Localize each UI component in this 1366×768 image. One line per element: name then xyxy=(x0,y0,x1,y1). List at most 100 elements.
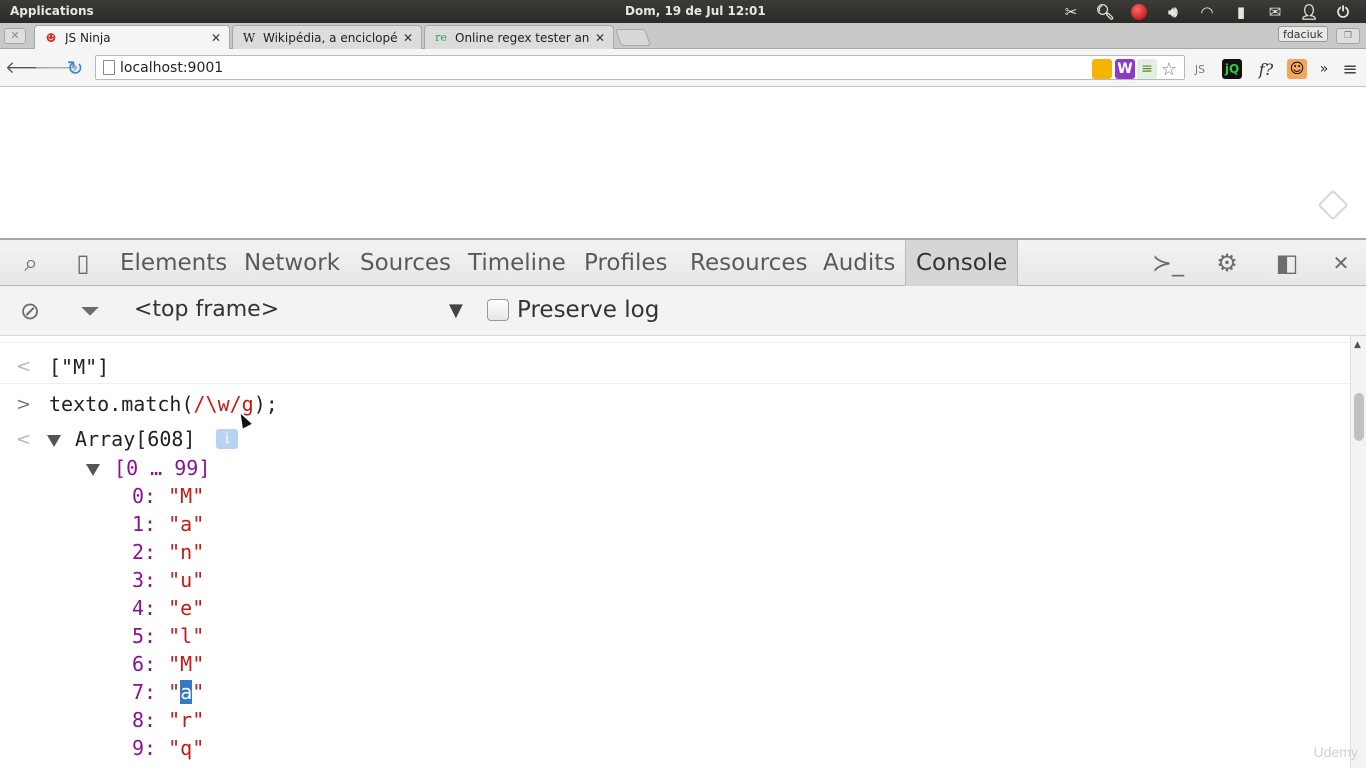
cut-off-line: < xyxy=(0,336,1350,343)
wifi-icon[interactable]: ◠ xyxy=(1190,0,1224,23)
system-top-bar: Applications Dom, 19 de Jul 12:01 ✂ 🔍︎ 🔊… xyxy=(0,0,1366,23)
regex101-icon: re xyxy=(435,31,447,44)
bookmark-star-icon[interactable]: ☆ xyxy=(1159,59,1179,80)
console-toolbar: ⊘ ⏷ <top frame> ▼ Preserve log xyxy=(0,286,1366,336)
extension-w-icon[interactable]: W xyxy=(1115,59,1135,79)
close-window-icon[interactable]: ✕ xyxy=(4,28,26,44)
menu-icon[interactable]: ≡ xyxy=(1340,59,1360,80)
entry-index: 2: xyxy=(132,540,157,564)
close-tab-icon[interactable]: ✕ xyxy=(211,31,221,45)
entry-index: 3: xyxy=(132,568,157,592)
tab-wikipedia[interactable]: W Wikipédia, a enciclopédia ✕ xyxy=(232,25,422,49)
entry-index: 4: xyxy=(132,596,157,620)
entry-value: "a" xyxy=(168,512,205,536)
tab-timeline[interactable]: Timeline xyxy=(458,240,576,286)
tab-title: JS Ninja xyxy=(65,31,111,45)
extension-box-icon[interactable] xyxy=(1092,59,1112,79)
close-tab-icon[interactable]: ✕ xyxy=(595,31,605,45)
entry-value: "u" xyxy=(168,568,205,592)
profile-button[interactable]: fdaciuk xyxy=(1277,26,1328,42)
more-extensions-icon[interactable]: » xyxy=(1314,59,1334,79)
tab-console[interactable]: Console xyxy=(905,240,1019,286)
tab-profiles[interactable]: Profiles xyxy=(574,240,678,286)
ninja-icon: ☻ xyxy=(45,31,57,45)
entry-value: "M" xyxy=(168,484,205,508)
frame-dropdown-arrow-icon[interactable]: ▼ xyxy=(449,300,463,321)
volume-icon[interactable]: 🔊︎ xyxy=(1156,0,1190,23)
scrollbar-thumb[interactable] xyxy=(1354,393,1364,441)
entry-index: 9: xyxy=(132,736,157,760)
console-result-line: < ["M"] xyxy=(0,350,1350,384)
inspect-search-icon[interactable]: ⌕ xyxy=(16,248,46,278)
url-text[interactable]: localhost:9001 xyxy=(120,60,223,76)
page-content xyxy=(0,87,1366,238)
scroll-up-arrow-icon[interactable]: ▲ xyxy=(1354,340,1361,350)
tab-audits[interactable]: Audits xyxy=(813,240,905,286)
applications-menu[interactable]: Applications xyxy=(10,4,94,18)
frame-selector[interactable]: <top frame> xyxy=(134,297,279,322)
close-tab-icon[interactable]: ✕ xyxy=(403,31,413,45)
extension-js-icon[interactable]: JS xyxy=(1190,59,1210,79)
tab-title: Online regex tester and d xyxy=(455,30,589,45)
entry-value: "n" xyxy=(168,540,205,564)
browser-toolbar: 🡐 🡒 ↻ localhost:9001 W ≡ ☆ JS jQ f? ☺ » … xyxy=(0,49,1366,87)
entry-index: 7: xyxy=(132,680,157,704)
address-bar[interactable]: localhost:9001 xyxy=(95,55,1185,80)
clear-console-icon[interactable]: ⊘ xyxy=(16,297,44,325)
wikipedia-icon: W xyxy=(242,30,256,45)
selected-text[interactable]: a xyxy=(180,680,193,704)
system-tray: ✂ 🔍︎ 🔊︎ ◠ ▮ ✉ 👤︎ ⏻ xyxy=(1054,0,1360,23)
tab-network[interactable]: Network xyxy=(234,240,350,286)
mail-icon[interactable]: ✉ xyxy=(1258,0,1292,23)
dock-side-icon[interactable]: ◧ xyxy=(1272,248,1302,278)
entry-value: "l" xyxy=(168,624,205,648)
console-scrollbar[interactable]: ▲ xyxy=(1350,336,1366,768)
tab-js-ninja[interactable]: ☻ JS Ninja ✕ xyxy=(34,25,230,50)
device-mode-icon[interactable]: ▯ xyxy=(68,248,98,278)
close-devtools-icon[interactable]: ✕ xyxy=(1326,248,1356,278)
extension-function-icon[interactable]: f? xyxy=(1254,59,1278,79)
restore-window-icon[interactable]: ❐ xyxy=(1336,28,1360,44)
array-entry: 9: "q" xyxy=(0,734,1350,768)
devtools-tab-bar: ⌕ ▯ Elements Network Sources Timeline Pr… xyxy=(0,238,1366,286)
record-icon[interactable] xyxy=(1122,0,1156,23)
console-drawer-icon[interactable]: ≻_ xyxy=(1150,248,1186,278)
tab-regex-tester[interactable]: re Online regex tester and d ✕ xyxy=(424,25,614,49)
command-suffix: ); xyxy=(253,392,278,416)
tab-sources[interactable]: Sources xyxy=(350,240,461,286)
command-prefix: texto.match( xyxy=(49,392,194,416)
result-arrow-icon: < xyxy=(16,429,32,450)
nav-diamond-icon[interactable] xyxy=(1317,189,1349,221)
tab-resources[interactable]: Resources xyxy=(680,240,817,286)
console-output[interactable]: < < ["M"] > texto.match(/\w/g); < Array[… xyxy=(0,336,1350,768)
battery-icon[interactable]: ▮ xyxy=(1224,0,1258,23)
search-icon[interactable]: 🔍︎ xyxy=(1088,0,1122,23)
expand-triangle-icon[interactable] xyxy=(86,463,100,476)
settings-gear-icon[interactable]: ⚙ xyxy=(1212,248,1242,278)
preserve-log-label[interactable]: Preserve log xyxy=(517,297,659,323)
array-result-line[interactable]: < Array[608] i xyxy=(0,424,1350,458)
preserve-log-checkbox[interactable] xyxy=(487,299,509,321)
back-button[interactable]: 🡐 xyxy=(5,56,51,80)
info-icon[interactable]: i xyxy=(216,429,238,449)
forward-button[interactable]: 🡒 xyxy=(34,56,80,80)
tab-elements[interactable]: Elements xyxy=(110,240,237,286)
page-icon xyxy=(103,60,115,75)
new-tab-button[interactable] xyxy=(614,29,652,46)
extension-face-icon[interactable]: ☺ xyxy=(1287,59,1307,79)
extension-jq-icon[interactable]: jQ xyxy=(1222,59,1242,79)
clock[interactable]: Dom, 19 de Jul 12:01 xyxy=(625,4,766,18)
entry-index: 5: xyxy=(132,624,157,648)
entry-index: 1: xyxy=(132,512,157,536)
entry-index: 6: xyxy=(132,652,157,676)
user-icon[interactable]: 👤︎ xyxy=(1292,0,1326,23)
entry-value: "a" xyxy=(168,680,205,704)
reload-button[interactable]: ↻ xyxy=(63,56,87,80)
expand-triangle-icon[interactable] xyxy=(47,434,61,447)
previous-result: ["M"] xyxy=(49,355,110,379)
extension-list-icon[interactable]: ≡ xyxy=(1137,59,1157,79)
power-icon[interactable]: ⏻ xyxy=(1326,0,1360,23)
filter-icon[interactable]: ⏷ xyxy=(76,297,104,325)
scissors-icon[interactable]: ✂ xyxy=(1054,0,1088,23)
browser-tab-strip: ✕ ☻ JS Ninja ✕ W Wikipédia, a enciclopéd… xyxy=(0,23,1366,50)
